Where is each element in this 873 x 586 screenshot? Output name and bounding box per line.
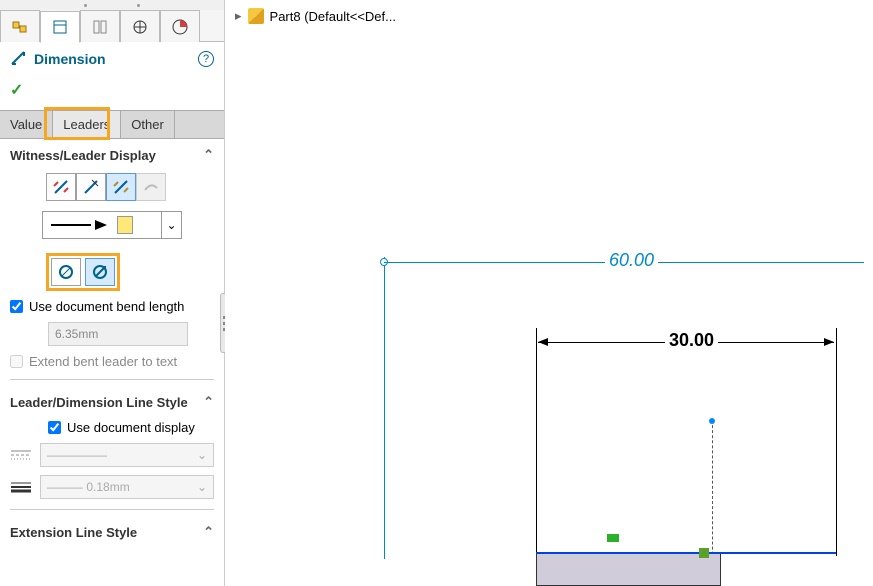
dimension-value: 60.00 xyxy=(605,250,658,271)
leader-style-4-button xyxy=(136,173,166,201)
expand-icon[interactable]: ▸ xyxy=(235,8,242,24)
sketch-edge[interactable] xyxy=(536,552,836,554)
feature-manager-tabs xyxy=(0,10,224,42)
part-icon xyxy=(248,8,264,24)
chevron-down-icon: ⌄ xyxy=(161,212,181,238)
part-name: Part8 (Default<<Def... xyxy=(270,9,396,24)
leader-style-3-button[interactable] xyxy=(106,173,136,201)
dimension-value: 30.00 xyxy=(665,330,718,351)
collapse-icon[interactable]: ⌃ xyxy=(203,524,214,540)
graphics-canvas[interactable]: ▸ Part8 (Default<<Def... 60.00 30.00 xyxy=(225,0,873,586)
panel-title: Dimension xyxy=(34,51,106,67)
ext-line-section-header[interactable]: Extension Line Style ⌃ xyxy=(0,516,224,546)
line-pattern-icon xyxy=(10,448,32,462)
ok-button[interactable]: ✓ xyxy=(10,82,23,99)
collapse-icon[interactable]: ⌃ xyxy=(203,147,214,163)
section-title-2: Leader/Dimension Line Style xyxy=(10,395,188,410)
doc-display-checkbox[interactable] xyxy=(48,421,61,434)
leader-style-2-button[interactable] xyxy=(76,173,106,201)
line-pattern-select: ―――――⌄ xyxy=(40,443,214,467)
arrowhead-style-picker[interactable]: ⌄ xyxy=(42,211,182,239)
relation-marker[interactable] xyxy=(607,534,619,542)
tab-feature-tree[interactable] xyxy=(0,10,40,42)
sketch-rectangle[interactable] xyxy=(536,552,721,586)
tab-value[interactable]: Value xyxy=(0,111,53,138)
bend-length-label: Use document bend length xyxy=(29,299,184,314)
line-weight-select: ――― 0.18mm⌄ xyxy=(40,475,214,499)
bend-length-input xyxy=(48,322,188,346)
line-style-section-header[interactable]: Leader/Dimension Line Style ⌃ xyxy=(0,386,224,416)
line-weight-icon xyxy=(10,480,32,494)
tab-leaders[interactable]: Leaders xyxy=(53,111,121,138)
extend-leader-checkbox xyxy=(10,355,23,368)
section-title-3: Extension Line Style xyxy=(10,525,137,540)
endpoint-marker[interactable] xyxy=(709,418,715,424)
highlight-box-2 xyxy=(46,253,120,291)
witness-leader-section-header[interactable]: Witness/Leader Display ⌃ xyxy=(0,139,224,169)
help-icon[interactable]: ? xyxy=(198,51,214,67)
property-panel: Dimension ? ✓ Value Leaders Other Witnes… xyxy=(0,0,225,586)
panel-grip[interactable] xyxy=(0,0,224,10)
tab-dimxpert[interactable] xyxy=(120,10,160,42)
tab-other[interactable]: Other xyxy=(121,111,175,138)
flyout-tree[interactable]: ▸ Part8 (Default<<Def... xyxy=(225,0,873,32)
doc-display-label: Use document display xyxy=(67,420,195,435)
tab-config-manager[interactable] xyxy=(80,10,120,42)
leader-style-1-button[interactable] xyxy=(46,173,76,201)
dimension-tool-icon xyxy=(10,50,28,68)
hollow-leader-button[interactable] xyxy=(85,258,115,286)
panel-header: Dimension ? xyxy=(0,42,224,76)
tab-property-manager[interactable] xyxy=(40,11,80,43)
extend-leader-label: Extend bent leader to text xyxy=(29,354,177,369)
solid-leader-button[interactable] xyxy=(51,258,81,286)
bend-length-checkbox[interactable] xyxy=(10,300,23,313)
relation-marker[interactable] xyxy=(699,548,709,558)
collapse-icon[interactable]: ⌃ xyxy=(203,394,214,410)
tab-display-manager[interactable] xyxy=(160,10,200,42)
section-title: Witness/Leader Display xyxy=(10,148,156,163)
dimension-tabs: Value Leaders Other xyxy=(0,110,224,139)
